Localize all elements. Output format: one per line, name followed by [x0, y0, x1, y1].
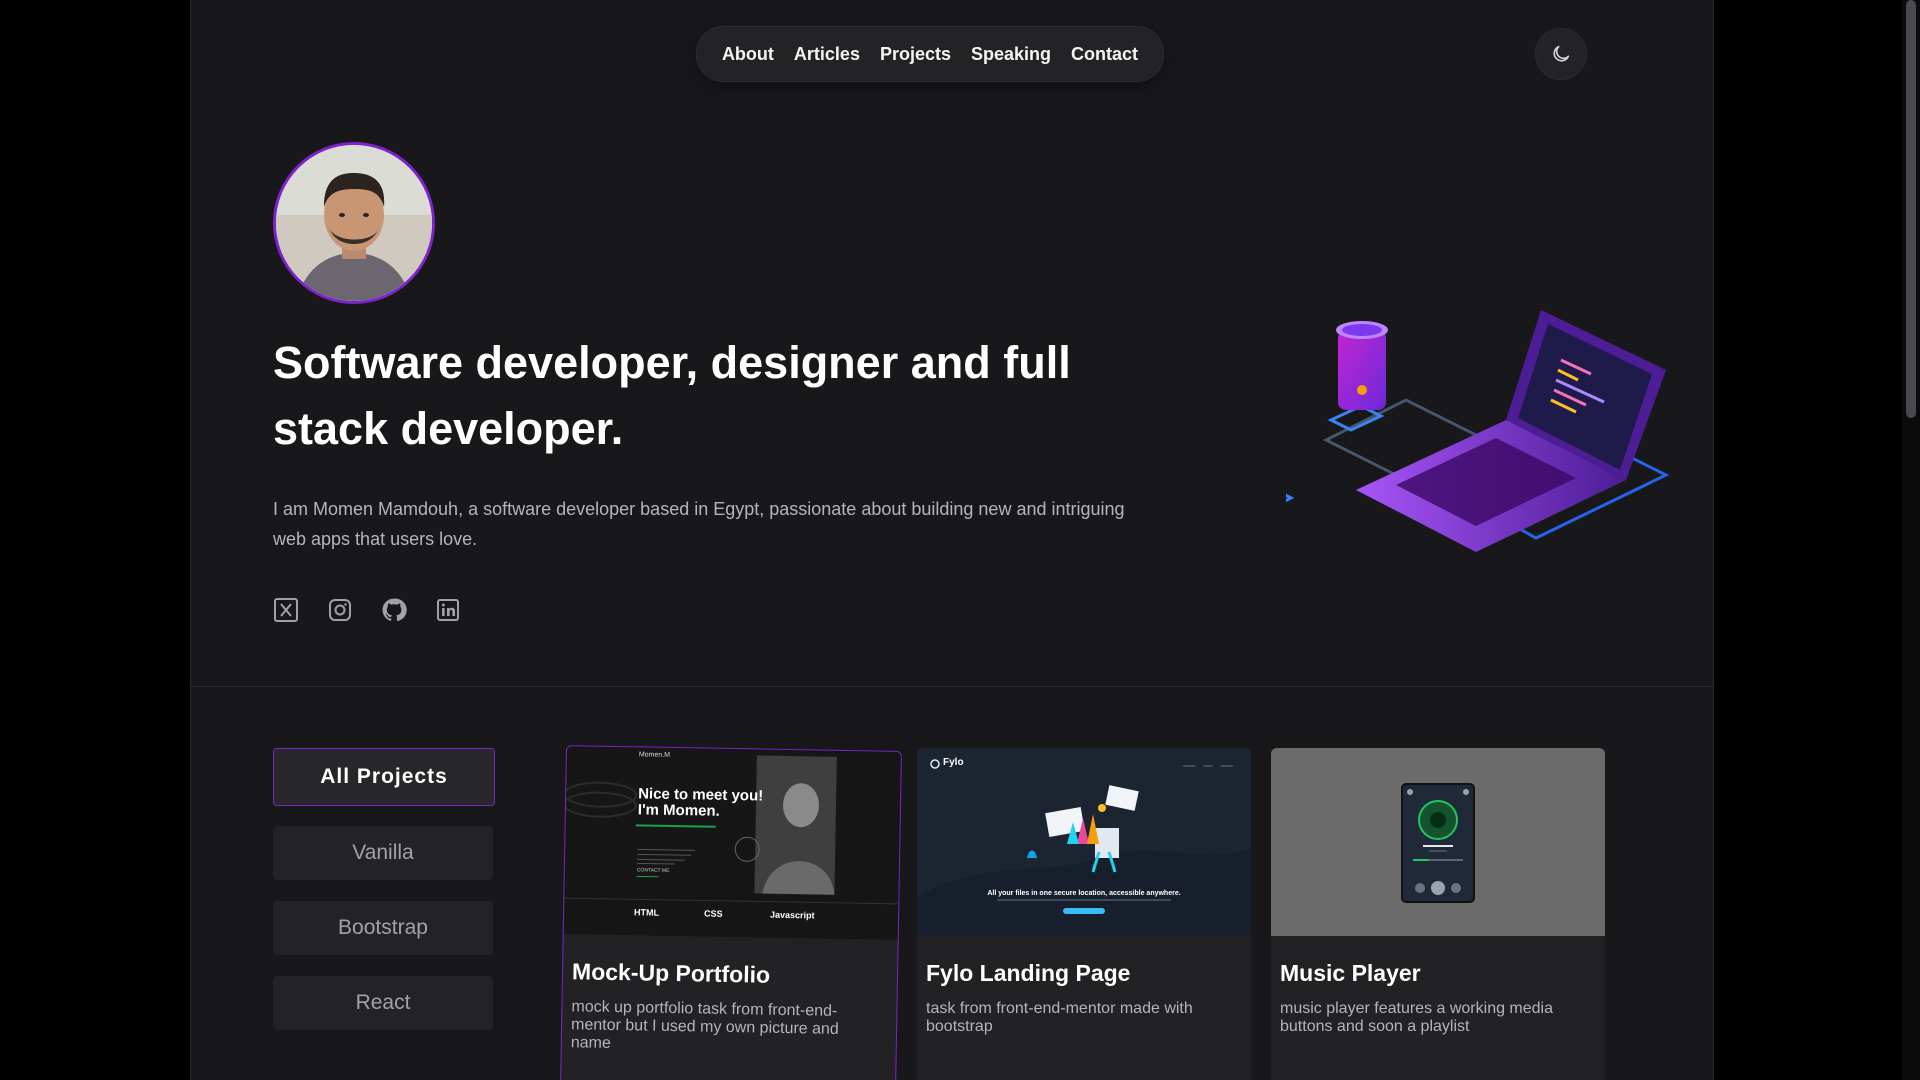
project-thumbnail — [1271, 748, 1605, 936]
thumb-skill-html: HTML — [634, 907, 660, 918]
theme-toggle-button[interactable] — [1535, 28, 1587, 80]
project-title: Mock-Up Portfolio — [571, 958, 771, 988]
avatar — [273, 142, 435, 304]
moon-icon — [1553, 45, 1570, 62]
github-icon — [382, 598, 407, 622]
x-link[interactable] — [273, 597, 299, 623]
nav-about[interactable]: About — [722, 44, 774, 65]
filter-react[interactable]: React — [273, 976, 493, 1030]
nav-projects[interactable]: Projects — [880, 44, 951, 65]
project-thumbnail: Momen.M Nice to meet you! I'm Momen. CON… — [563, 746, 901, 940]
laptop-illustration — [1252, 290, 1713, 570]
project-description: music player features a working media bu… — [1280, 1000, 1554, 1035]
thumb-headline-2: I'm Momen. — [637, 801, 720, 820]
thumb-cta: CONTACT ME — [636, 867, 670, 874]
project-title: Fylo Landing Page — [926, 960, 1131, 986]
project-card-music-player[interactable]: Music Player music player features a wor… — [1271, 748, 1605, 1080]
thumb-skill-css: CSS — [704, 908, 723, 919]
nav-articles[interactable]: Articles — [794, 44, 860, 65]
project-thumbnail: Fylo All your files in one secure locati… — [917, 748, 1251, 936]
project-description: task from front-end-mentor made with boo… — [926, 1000, 1193, 1035]
instagram-link[interactable] — [327, 597, 353, 623]
scrollbar-thumb[interactable] — [1906, 0, 1916, 418]
nav-contact[interactable]: Contact — [1071, 44, 1138, 65]
main-nav: About Articles Projects Speaking Contact — [696, 26, 1164, 82]
instagram-icon — [329, 599, 351, 621]
github-link[interactable] — [381, 597, 407, 623]
thumb-skill-js: Javascript — [769, 909, 815, 921]
project-description: mock up portfolio task from front-end-me… — [570, 998, 839, 1052]
project-title: Music Player — [1280, 960, 1421, 986]
thumb-brand: Fylo — [943, 757, 964, 768]
linkedin-icon — [437, 599, 459, 621]
vertical-scrollbar[interactable] — [1902, 0, 1920, 1080]
social-links — [273, 597, 461, 623]
nav-speaking[interactable]: Speaking — [971, 44, 1051, 65]
project-card-fylo-landing-page[interactable]: Fylo All your files in one secure locati… — [917, 748, 1251, 1080]
filter-all-projects[interactable]: All Projects — [273, 748, 495, 806]
thumb-headline: All your files in one secure location, a… — [987, 890, 1181, 897]
page: About Articles Projects Speaking Contact… — [190, 0, 1714, 1080]
filter-vanilla[interactable]: Vanilla — [273, 826, 493, 880]
hero-title: Software developer, designer and full st… — [273, 337, 1071, 454]
linkedin-link[interactable] — [435, 597, 461, 623]
x-icon — [274, 598, 298, 622]
section-divider — [191, 686, 1713, 687]
thumb-brand: Momen.M — [638, 751, 671, 759]
hero-description: I am Momen Mamdouh, a software developer… — [273, 499, 1125, 549]
project-card-mockup-portfolio[interactable]: Momen.M Nice to meet you! I'm Momen. CON… — [560, 745, 902, 1080]
filter-bootstrap[interactable]: Bootstrap — [273, 901, 493, 955]
